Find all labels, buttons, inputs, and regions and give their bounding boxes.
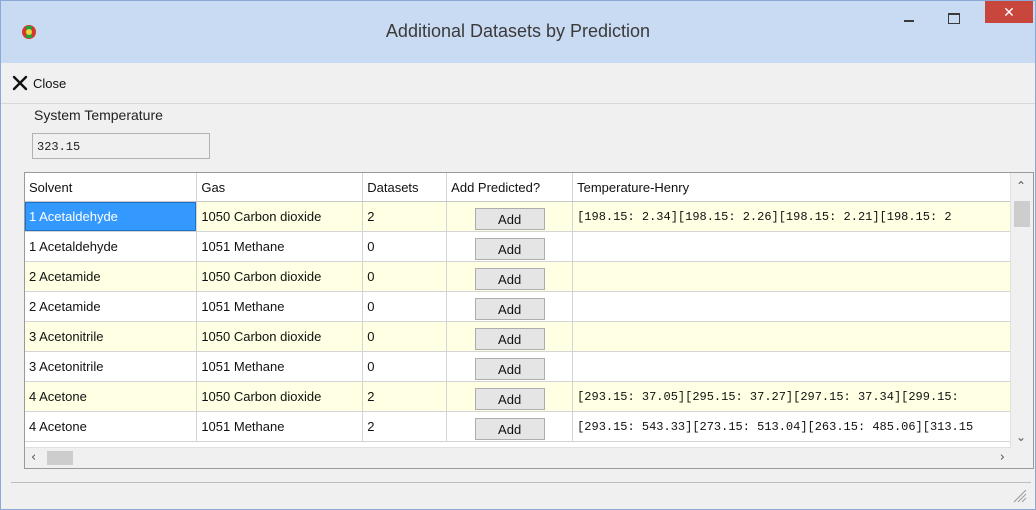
solvent-cell[interactable]: 2 Acetamide (25, 291, 198, 322)
temperature-henry-cell[interactable] (572, 351, 1033, 382)
system-temperature-field[interactable]: 323.15 (32, 133, 210, 159)
gas-cell[interactable]: 1050 Carbon dioxide (196, 321, 364, 352)
datasets-cell[interactable]: 0 (362, 291, 448, 322)
table-row[interactable]: 3 Acetonitrile 1051 Methane 0 Add (25, 351, 1033, 382)
scrollbar-corner (1011, 448, 1033, 468)
horizontal-scrollbar[interactable]: ‹ › (25, 447, 1011, 468)
column-header-datasets[interactable]: Datasets (362, 173, 448, 202)
vertical-scroll-thumb[interactable] (1014, 201, 1030, 227)
scroll-down-icon[interactable]: ⌄ (1016, 430, 1026, 444)
gas-cell[interactable]: 1051 Methane (196, 411, 364, 442)
datasets-grid: Solvent Gas Datasets Add Predicted? Temp… (24, 172, 1034, 469)
datasets-cell[interactable]: 0 (362, 261, 448, 292)
add-cell: Add (446, 351, 574, 382)
add-button[interactable]: Add (474, 357, 545, 380)
add-button[interactable]: Add (474, 207, 545, 230)
solvent-cell[interactable]: 1 Acetaldehyde (25, 231, 198, 262)
close-button-label: Close (33, 75, 67, 91)
add-button[interactable]: Add (474, 387, 545, 410)
add-button[interactable]: Add (474, 297, 545, 320)
temperature-henry-cell[interactable]: [293.15: 543.33][273.15: 513.04][263.15:… (572, 411, 1033, 442)
minimize-button[interactable] (896, 9, 922, 29)
datasets-table: Solvent Gas Datasets Add Predicted? Temp… (25, 173, 1033, 442)
temperature-henry-cell[interactable] (572, 261, 1033, 292)
table-row[interactable]: 3 Acetonitrile 1050 Carbon dioxide 0 Add (25, 321, 1033, 352)
vertical-scrollbar[interactable]: ⌃ ⌄ (1010, 173, 1033, 448)
datasets-cell[interactable]: 0 (362, 351, 448, 382)
add-cell: Add (446, 321, 574, 352)
table-row[interactable]: 4 Acetone 1051 Methane 2 Add [293.15: 54… (25, 411, 1033, 442)
gas-cell[interactable]: 1051 Methane (196, 351, 364, 382)
add-button[interactable]: Add (474, 417, 545, 440)
x-icon (12, 75, 28, 91)
solvent-cell[interactable]: 2 Acetamide (25, 261, 198, 292)
gas-cell[interactable]: 1050 Carbon dioxide (196, 201, 364, 232)
gas-cell[interactable]: 1050 Carbon dioxide (196, 261, 364, 292)
add-button[interactable]: Add (474, 327, 545, 350)
temperature-henry-cell[interactable] (572, 231, 1033, 262)
solvent-cell[interactable]: 4 Acetone (25, 381, 198, 412)
scroll-right-icon[interactable]: › (1000, 450, 1005, 465)
window-close-button[interactable]: ✕ (985, 1, 1033, 23)
temperature-henry-cell[interactable]: [198.15: 2.34][198.15: 2.26][198.15: 2.2… (572, 201, 1033, 232)
window-title: Additional Datasets by Prediction (385, 21, 651, 41)
add-cell: Add (446, 291, 574, 322)
close-button[interactable]: Close (11, 71, 66, 95)
column-header-temperature-henry[interactable]: Temperature-Henry (572, 173, 1033, 202)
datasets-cell[interactable]: 0 (362, 231, 448, 262)
title-bar[interactable]: Additional Datasets by Prediction ✕ (1, 1, 1035, 63)
gas-cell[interactable]: 1050 Carbon dioxide (196, 381, 364, 412)
column-header-solvent[interactable]: Solvent (25, 173, 198, 202)
resize-grip-icon[interactable] (1013, 489, 1027, 503)
temperature-henry-cell[interactable] (572, 321, 1033, 352)
temperature-henry-cell[interactable]: [293.15: 37.05][295.15: 37.27][297.15: 3… (572, 381, 1033, 412)
solvent-cell[interactable]: 1 Acetaldehyde (25, 201, 198, 232)
column-header-gas[interactable]: Gas (196, 173, 364, 202)
column-header-add-predicted[interactable]: Add Predicted? (446, 173, 574, 202)
table-row[interactable]: 1 Acetaldehyde 1051 Methane 0 Add (25, 231, 1033, 262)
datasets-cell[interactable]: 2 (362, 411, 448, 442)
datasets-cell[interactable]: 2 (362, 381, 448, 412)
table-row[interactable]: 2 Acetamide 1050 Carbon dioxide 0 Add (25, 261, 1033, 292)
table-row[interactable]: 2 Acetamide 1051 Methane 0 Add (25, 291, 1033, 322)
temperature-henry-cell[interactable] (572, 291, 1033, 322)
scroll-up-icon[interactable]: ⌃ (1016, 179, 1026, 193)
system-temperature-label: System Temperature (34, 107, 163, 123)
dialog-window: Additional Datasets by Prediction ✕ Clos… (0, 0, 1036, 510)
toolbar: Close (1, 63, 1035, 104)
scroll-left-icon[interactable]: ‹ (31, 450, 36, 465)
add-cell: Add (446, 261, 574, 292)
datasets-cell[interactable]: 0 (362, 321, 448, 352)
datasets-cell[interactable]: 2 (362, 201, 448, 232)
maximize-button[interactable] (941, 9, 967, 29)
gas-cell[interactable]: 1051 Methane (196, 291, 364, 322)
add-cell: Add (446, 381, 574, 412)
solvent-cell[interactable]: 4 Acetone (25, 411, 198, 442)
add-button[interactable]: Add (474, 237, 545, 260)
solvent-cell[interactable]: 3 Acetonitrile (25, 321, 198, 352)
add-button[interactable]: Add (474, 267, 545, 290)
table-row[interactable]: 1 Acetaldehyde 1050 Carbon dioxide 2 Add… (25, 201, 1033, 232)
table-row[interactable]: 4 Acetone 1050 Carbon dioxide 2 Add [293… (25, 381, 1033, 412)
header-row: Solvent Gas Datasets Add Predicted? Temp… (25, 173, 1033, 202)
gas-cell[interactable]: 1051 Methane (196, 231, 364, 262)
add-cell: Add (446, 201, 574, 232)
add-cell: Add (446, 411, 574, 442)
add-cell: Add (446, 231, 574, 262)
horizontal-scroll-thumb[interactable] (47, 451, 73, 465)
status-bar (11, 482, 1031, 507)
solvent-cell[interactable]: 3 Acetonitrile (25, 351, 198, 382)
